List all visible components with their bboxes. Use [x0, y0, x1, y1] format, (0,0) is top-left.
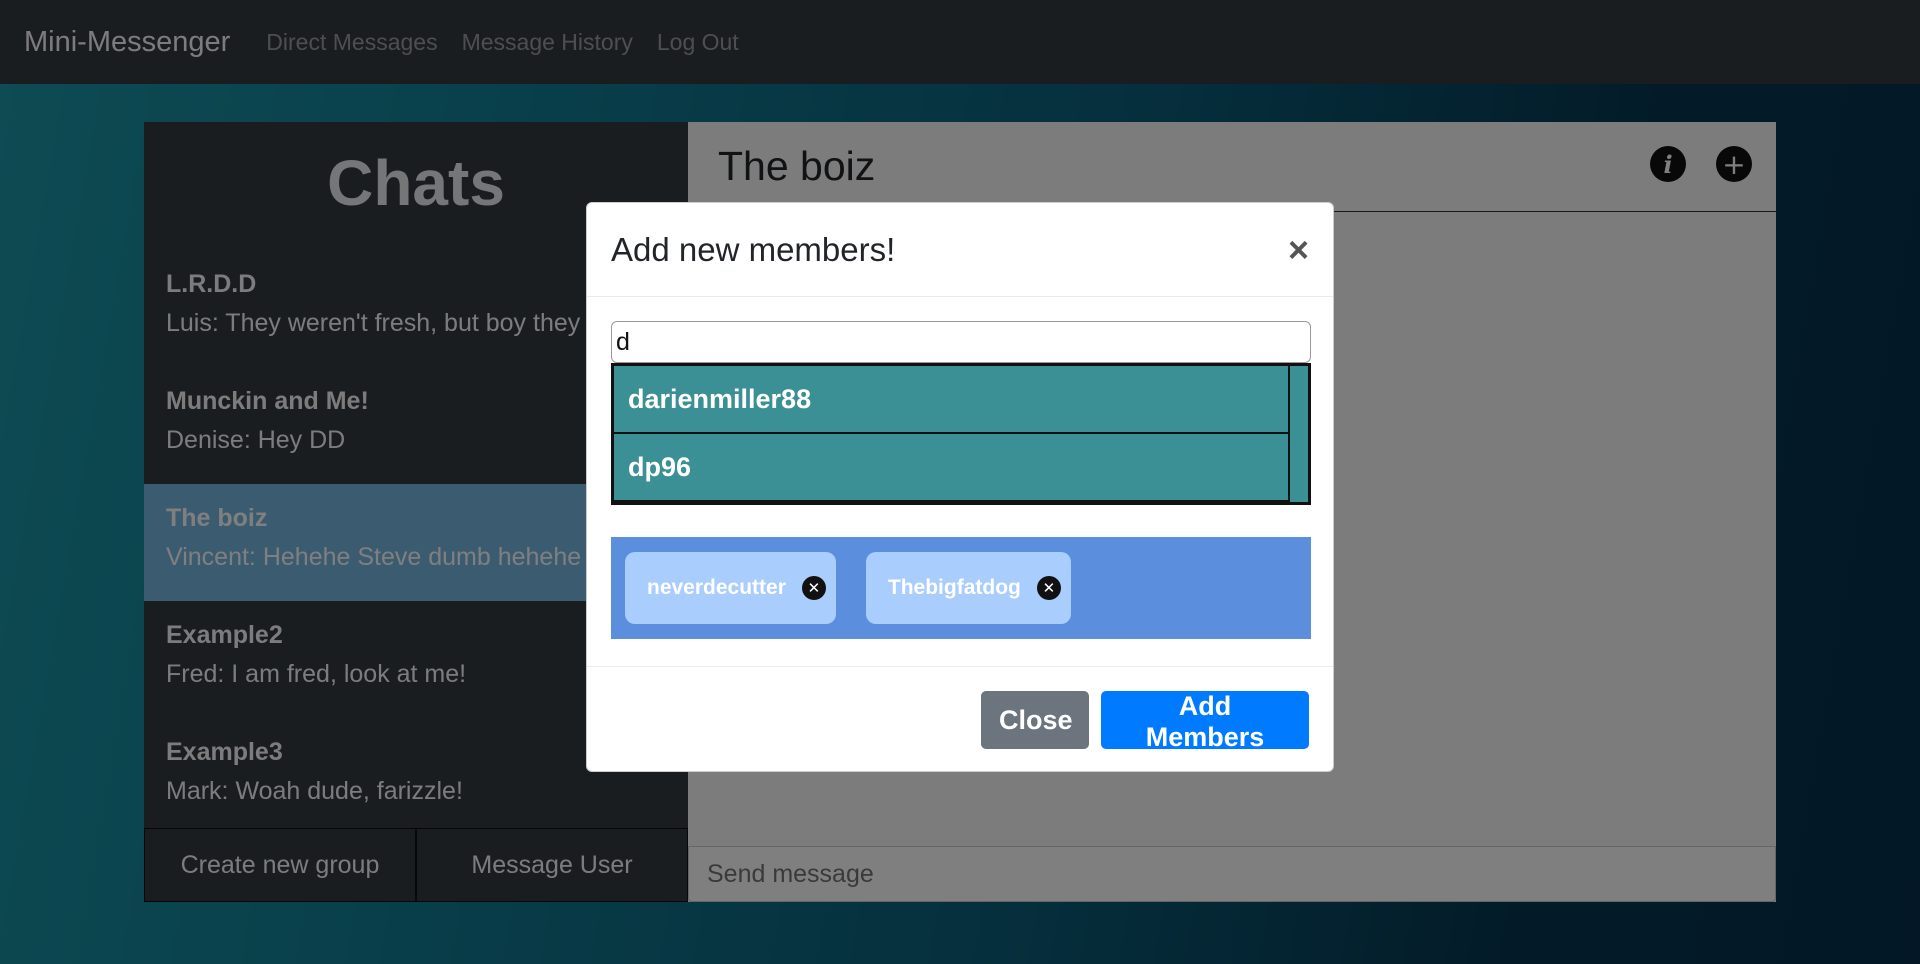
close-button[interactable]: Close: [981, 691, 1089, 749]
modal-title: Add new members!: [611, 230, 896, 268]
modal-footer: Close Add Members: [587, 667, 1333, 752]
close-icon[interactable]: ×: [1288, 231, 1309, 268]
add-members-button[interactable]: Add Members: [1101, 691, 1309, 752]
modal-body: darienmiller88 dp96 neverdecutter ✕ Theb…: [587, 297, 1333, 667]
remove-member-icon[interactable]: ✕: [801, 576, 826, 600]
scrollbar[interactable]: [1292, 366, 1308, 502]
add-members-modal: Add new members! × darienmiller88 dp96 n…: [586, 202, 1334, 772]
remove-member-icon[interactable]: ✕: [1036, 576, 1061, 600]
member-search-input[interactable]: [611, 321, 1311, 363]
selected-members: neverdecutter ✕ Thebigfatdog ✕: [611, 537, 1311, 639]
member-chip-label: neverdecutter: [647, 576, 786, 599]
suggestion-item[interactable]: darienmiller88: [614, 366, 1290, 434]
suggestion-list: darienmiller88 dp96: [611, 363, 1311, 505]
suggestion-item[interactable]: dp96: [614, 434, 1290, 502]
member-chip: Thebigfatdog ✕: [865, 552, 1071, 624]
member-chip: neverdecutter ✕: [625, 552, 836, 624]
member-chip-label: Thebigfatdog: [887, 576, 1021, 599]
modal-header: Add new members! ×: [587, 203, 1333, 297]
